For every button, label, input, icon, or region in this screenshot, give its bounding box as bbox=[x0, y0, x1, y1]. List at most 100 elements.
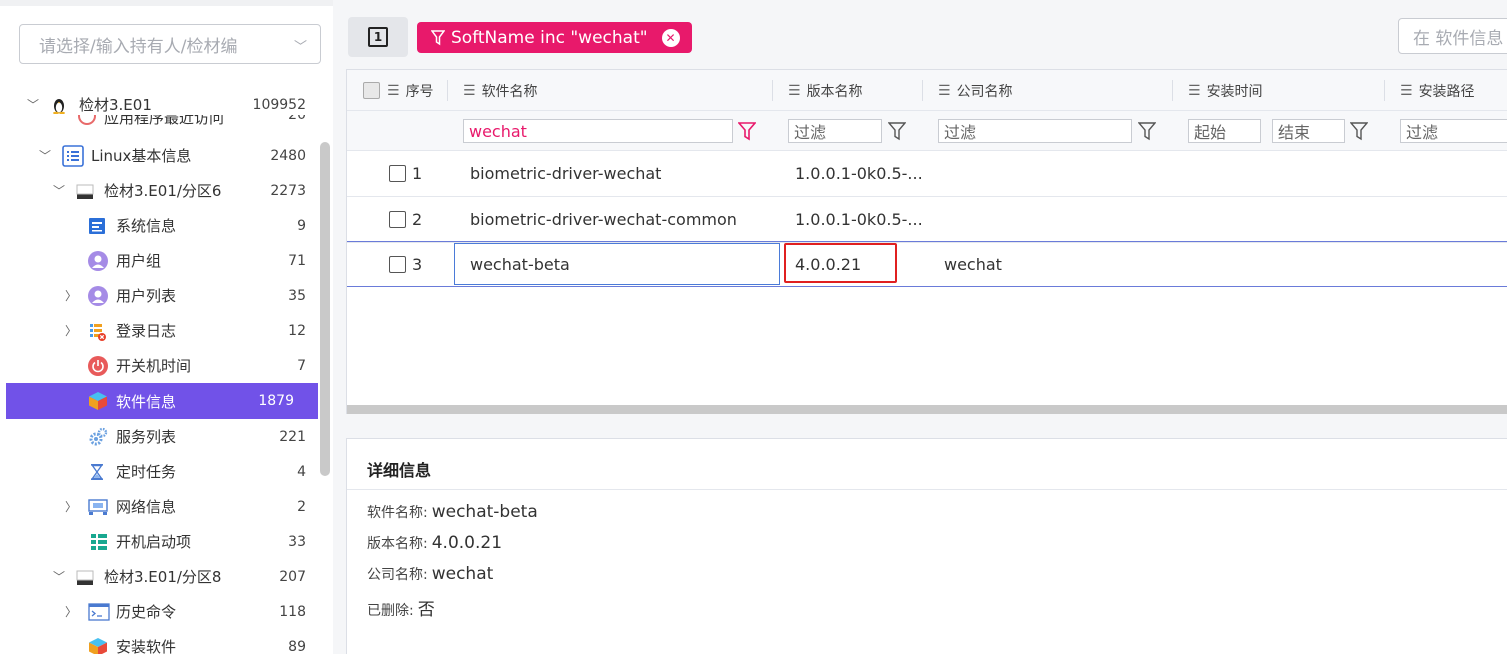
tree-item-power-time[interactable]: 开关机时间 7 bbox=[6, 348, 318, 383]
path-filter-input[interactable]: 过滤 bbox=[1400, 119, 1507, 143]
tree-item-installed-software[interactable]: 安装软件 89 bbox=[6, 629, 318, 654]
col-header-label: 安装时间 bbox=[1206, 83, 1263, 100]
col-separator[interactable] bbox=[1172, 80, 1173, 101]
cell-company[interactable]: wechat bbox=[944, 242, 1002, 287]
start-time-filter-input[interactable]: 起始 bbox=[1188, 119, 1261, 143]
detail-panel: 详细信息 软件名称: wechat-beta 版本名称: 4.0.0.21 公司名称… bbox=[346, 438, 1507, 654]
detail-value[interactable]: 4.0.0.21 bbox=[432, 533, 502, 553]
col-header-company[interactable]: ☰ 公司名称 bbox=[938, 70, 1013, 111]
network-icon bbox=[88, 498, 108, 516]
company-filter-input[interactable]: 过滤 bbox=[938, 119, 1132, 143]
tree-item-count: 7 bbox=[297, 357, 306, 374]
tree-item-partition-8[interactable]: ﹀ 检材3.E01/分区8 207 bbox=[6, 559, 318, 594]
column-menu-icon[interactable]: ☰ bbox=[788, 83, 801, 99]
col-header-label: 序号 bbox=[405, 83, 434, 100]
tree-item-startup-items[interactable]: 开机启动项 33 bbox=[6, 524, 318, 559]
tree-item-scheduled-tasks[interactable]: 定时任务 4 bbox=[6, 454, 318, 489]
detail-value[interactable]: wechat bbox=[432, 564, 494, 584]
panel-number-icon: 1 bbox=[368, 27, 388, 47]
filter-active-icon[interactable] bbox=[738, 121, 756, 141]
filter-icon[interactable] bbox=[888, 121, 906, 141]
chevron-right-icon[interactable]: 〉 bbox=[64, 603, 78, 620]
holder-select-placeholder: 请选择/输入持有人/检材编 bbox=[39, 36, 238, 57]
detail-title: 详细信息 bbox=[367, 461, 432, 480]
chevron-right-icon[interactable]: 〉 bbox=[64, 287, 78, 304]
filter-icon[interactable] bbox=[1350, 121, 1368, 141]
filter-chip-label: SoftName inc "wechat" bbox=[451, 27, 648, 48]
user-icon bbox=[88, 250, 108, 271]
col-separator[interactable] bbox=[1384, 80, 1385, 101]
table-row[interactable]: 2 biometric-driver-wechat-common 1.0.0.1… bbox=[347, 197, 1507, 243]
column-menu-icon[interactable]: ☰ bbox=[1400, 83, 1413, 99]
col-header-install-path[interactable]: ☰ 安装路径 bbox=[1400, 70, 1475, 111]
cell-version[interactable]: 4.0.0.21 bbox=[795, 242, 861, 287]
search-input[interactable]: 在 软件信息 bbox=[1398, 18, 1507, 54]
select-all-checkbox[interactable] bbox=[363, 82, 380, 99]
tree-item-count: 35 bbox=[288, 287, 306, 304]
login-log-icon bbox=[88, 322, 106, 341]
end-time-filter-input[interactable]: 结束 bbox=[1272, 119, 1345, 143]
select-all-cell[interactable] bbox=[363, 70, 380, 111]
tree-item-user-list[interactable]: 〉 用户列表 35 bbox=[6, 278, 318, 313]
chevron-right-icon[interactable]: 〉 bbox=[64, 322, 78, 339]
grid-horizontal-scrollbar[interactable] bbox=[347, 405, 1507, 414]
column-menu-icon[interactable]: ☰ bbox=[387, 83, 400, 99]
table-row-selected[interactable]: 3 wechat-beta 4.0.0.21 wechat bbox=[347, 241, 1507, 287]
tree-item-system-info[interactable]: 系统信息 9 bbox=[6, 208, 318, 243]
col-header-name[interactable]: ☰ 软件名称 bbox=[463, 70, 538, 111]
tree-item-count: 109952 bbox=[252, 96, 306, 113]
tree-item-network-info[interactable]: 〉 网络信息 2 bbox=[6, 489, 318, 524]
name-filter-input[interactable]: wechat bbox=[463, 119, 733, 143]
tree-item-label: 用户组 bbox=[116, 252, 162, 270]
chevron-down-icon[interactable]: ﹀ bbox=[52, 182, 66, 199]
tree-item-service-list[interactable]: 服务列表 221 bbox=[6, 419, 318, 454]
tree-item-count: 71 bbox=[288, 252, 306, 269]
active-filter-chip[interactable]: SoftName inc "wechat" ✕ bbox=[417, 22, 692, 53]
tree-item-history-commands[interactable]: 〉 历史命令 118 bbox=[6, 594, 318, 629]
hourglass-icon bbox=[88, 463, 106, 481]
tree-item-software-info[interactable]: 软件信息 1879 bbox=[6, 383, 318, 419]
table-row[interactable]: 1 biometric-driver-wechat 1.0.0.1-0k0.5-… bbox=[347, 151, 1507, 197]
cell-version[interactable]: 1.0.0.1-0k0.5-... bbox=[795, 197, 923, 242]
cell-name[interactable]: biometric-driver-wechat-common bbox=[470, 197, 737, 242]
toolbar: 1 SoftName inc "wechat" ✕ 在 软件信息 bbox=[346, 0, 1507, 68]
filter-icon[interactable] bbox=[1138, 121, 1156, 141]
column-menu-icon[interactable]: ☰ bbox=[938, 83, 951, 99]
col-header-install-time[interactable]: ☰ 安装时间 bbox=[1188, 70, 1263, 111]
disk-icon bbox=[76, 182, 94, 200]
col-separator[interactable] bbox=[447, 80, 448, 101]
col-separator[interactable] bbox=[922, 80, 923, 101]
version-filter-input[interactable]: 过滤 bbox=[788, 119, 882, 143]
detail-value[interactable]: wechat-beta bbox=[432, 502, 538, 522]
tree-item-linux-info[interactable]: ﹀ Linux基本信息 2480 bbox=[6, 138, 318, 173]
cell-version[interactable]: 1.0.0.1-0k0.5-... bbox=[795, 151, 923, 196]
evidence-tree-panel: 请选择/输入持有人/检材编 ﹀ ﹀ 检材3.E01 109952 应用程序最近访… bbox=[0, 0, 333, 654]
column-menu-icon[interactable]: ☰ bbox=[1188, 83, 1201, 99]
row-checkbox[interactable] bbox=[389, 165, 406, 182]
column-menu-icon[interactable]: ☰ bbox=[463, 83, 476, 99]
tree-item-count: 221 bbox=[279, 428, 306, 445]
chevron-down-icon[interactable]: ﹀ bbox=[38, 147, 52, 164]
detail-divider bbox=[347, 489, 1507, 490]
row-checkbox[interactable] bbox=[389, 256, 406, 273]
chevron-down-icon[interactable]: ﹀ bbox=[52, 568, 66, 585]
close-icon[interactable]: ✕ bbox=[661, 28, 680, 47]
holder-select[interactable]: 请选择/输入持有人/检材编 ﹀ bbox=[19, 24, 321, 64]
col-header-index[interactable]: ☰ 序号 bbox=[387, 70, 434, 111]
cell-name[interactable]: wechat-beta bbox=[470, 242, 570, 287]
col-header-version[interactable]: ☰ 版本名称 bbox=[788, 70, 863, 111]
chevron-right-icon[interactable]: 〉 bbox=[64, 498, 78, 515]
gear-icon bbox=[88, 427, 108, 447]
detail-value[interactable]: 否 bbox=[418, 600, 435, 620]
tree-item-partition-6[interactable]: ﹀ 检材3.E01/分区6 2273 bbox=[6, 173, 318, 208]
chevron-down-icon[interactable]: ﹀ bbox=[26, 96, 40, 113]
row-checkbox[interactable] bbox=[389, 211, 406, 228]
tree-scrollbar[interactable] bbox=[320, 142, 330, 476]
panel-toggle-button[interactable]: 1 bbox=[348, 17, 408, 57]
tree-item-label: 检材3.E01/分区6 bbox=[104, 182, 222, 200]
tree-item-user-group[interactable]: 用户组 71 bbox=[6, 243, 318, 278]
cell-name[interactable]: biometric-driver-wechat bbox=[470, 151, 661, 196]
col-separator[interactable] bbox=[772, 80, 773, 101]
tree-item-login-log[interactable]: 〉 登录日志 12 bbox=[6, 313, 318, 348]
tree-item-count: 1879 bbox=[258, 393, 294, 409]
